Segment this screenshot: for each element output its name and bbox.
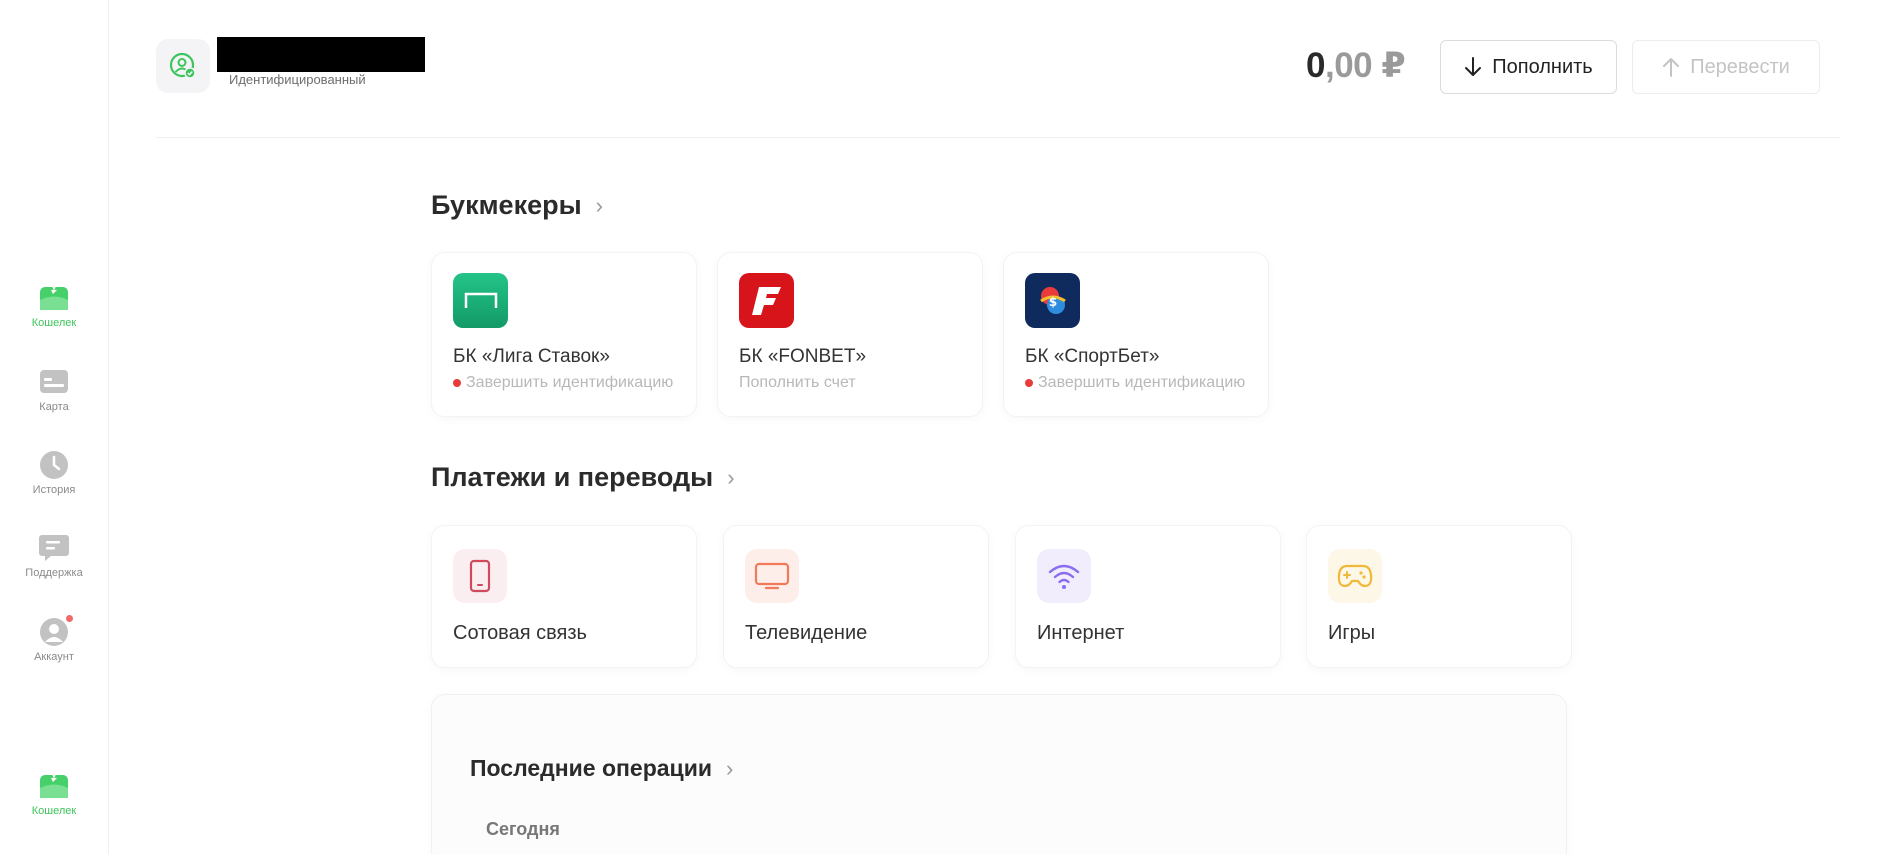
sidebar-item-wallet[interactable]: Кошелек (0, 283, 108, 330)
bookmaker-card-sportbet[interactable]: $ БК «СпортБет» Завершить идентификацию (1003, 252, 1269, 417)
deposit-label: Пополнить (1492, 55, 1593, 78)
user-status: Идентифицированный (229, 72, 366, 87)
payments-title: Платежи и переводы (431, 462, 714, 492)
transfer-button[interactable]: Перевести (1632, 40, 1820, 94)
bookmaker-status-text: Завершить идентификацию (466, 374, 674, 391)
payments-section-title[interactable]: Платежи и переводы › (431, 462, 735, 493)
bookmakers-section-title[interactable]: Букмекеры › (431, 190, 603, 221)
sidebar-item-card[interactable]: Карта (0, 367, 108, 414)
bookmaker-status: Завершить идентификацию (1025, 374, 1245, 392)
arrow-up-icon (1663, 58, 1680, 77)
liga-stavok-logo (453, 273, 508, 328)
payment-card-mobile[interactable]: Сотовая связь (431, 525, 697, 668)
payment-name: Интернет (1037, 622, 1125, 644)
sidebar-item-label: Аккаунт (34, 651, 74, 663)
bookmaker-card-liga[interactable]: БК «Лига Ставок» Завершить идентификацию (431, 252, 697, 417)
date-group-today: Сегодня (486, 819, 560, 839)
alert-dot (453, 379, 461, 387)
wallet-icon (40, 286, 68, 310)
avatar[interactable] (156, 39, 210, 93)
transfer-label: Перевести (1690, 55, 1790, 78)
bookmaker-status-text: Завершить идентификацию (1038, 374, 1246, 391)
bookmaker-name: БК «FONBET» (739, 346, 867, 367)
sportbet-logo: $ (1025, 273, 1080, 328)
alert-dot (1025, 379, 1033, 387)
sidebar-item-wallet-bottom[interactable]: Кошелек (0, 771, 108, 818)
payment-card-tv[interactable]: Телевидение (723, 525, 989, 668)
header: Идентифицированный 0,00 ₽ Пополнить Пере… (156, 0, 1840, 138)
svg-text:$: $ (1048, 295, 1056, 309)
tv-icon (745, 549, 799, 603)
notification-badge (64, 613, 75, 624)
user-name-redacted (217, 37, 425, 72)
deposit-button[interactable]: Пополнить (1440, 40, 1617, 94)
payment-name: Сотовая связь (453, 622, 587, 644)
sidebar-item-account[interactable]: Аккаунт (0, 613, 108, 664)
recent-operations-panel: Последние операции › Сегодня (431, 694, 1567, 854)
user-verified-icon (169, 52, 196, 79)
balance-integer: 0 (1306, 46, 1325, 85)
wallet-icon (40, 774, 68, 798)
chevron-right-icon: › (725, 755, 734, 781)
bookmakers-title: Букмекеры (431, 190, 582, 220)
fonbet-logo (739, 273, 794, 328)
phone-icon (453, 549, 507, 603)
clock-icon (40, 451, 68, 479)
recent-operations-label: Последние операции (470, 755, 712, 781)
bookmaker-status: Пополнить счет (739, 374, 856, 392)
payment-card-games[interactable]: Игры (1306, 525, 1572, 668)
sidebar-item-support[interactable]: Поддержка (0, 533, 108, 580)
bookmaker-name: БК «Лига Ставок» (453, 346, 610, 367)
bookmaker-name: БК «СпортБет» (1025, 346, 1160, 367)
recent-operations-title[interactable]: Последние операции › (470, 755, 733, 782)
payment-card-internet[interactable]: Интернет (1015, 525, 1281, 668)
bookmaker-status: Завершить идентификацию (453, 374, 673, 392)
chat-icon (39, 535, 69, 561)
card-icon (40, 370, 68, 393)
sidebar-item-label: История (32, 484, 76, 496)
balance-fraction: ,00 ₽ (1324, 46, 1406, 85)
payment-name: Телевидение (745, 622, 868, 644)
wifi-icon (1037, 549, 1091, 603)
sidebar-item-label: Карта (39, 401, 69, 413)
bookmaker-status-text: Пополнить счет (739, 374, 856, 391)
balance: 0,00 ₽ (1306, 46, 1406, 86)
sidebar-item-label: Поддержка (25, 567, 83, 579)
arrow-down-icon (1465, 57, 1482, 76)
sidebar-item-label: Кошелек (31, 317, 77, 329)
chevron-right-icon: › (595, 192, 603, 218)
sidebar-item-label: Кошелек (31, 805, 77, 817)
chevron-right-icon: › (727, 464, 735, 490)
bookmaker-card-fonbet[interactable]: БК «FONBET» Пополнить счет (717, 252, 983, 417)
sidebar: Кошелек Карта История Поддержка Аккаунт … (0, 0, 109, 854)
gamepad-icon (1328, 549, 1382, 603)
sidebar-item-history[interactable]: История (0, 450, 108, 497)
payment-name: Игры (1328, 622, 1376, 644)
